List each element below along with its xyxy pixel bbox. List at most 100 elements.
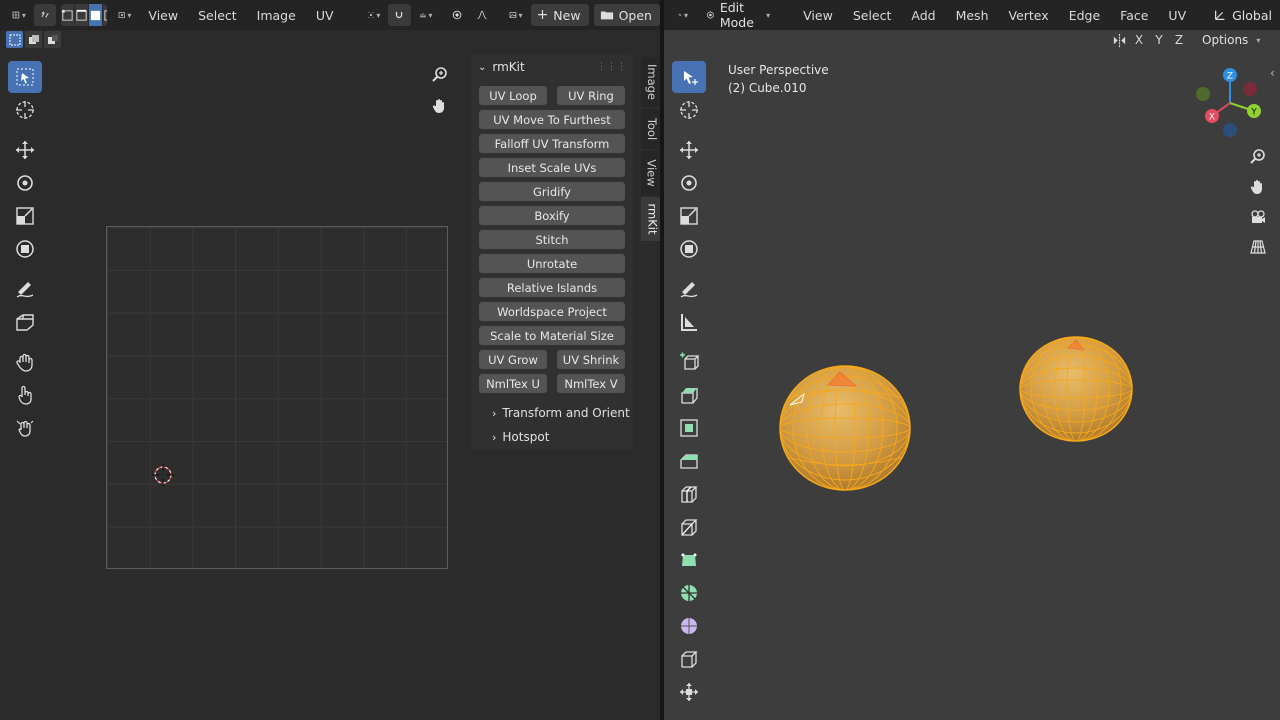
- menu-view[interactable]: View: [794, 4, 842, 26]
- collapse-region-icon[interactable]: ‹: [1270, 66, 1275, 80]
- snap-target-dropdown[interactable]: ▾: [413, 4, 439, 26]
- scale-tool[interactable]: [8, 200, 42, 232]
- options-dropdown[interactable]: Options ▾: [1202, 31, 1260, 49]
- mesh-objects[interactable]: [664, 0, 1280, 720]
- edge-slide-tool[interactable]: [672, 643, 706, 675]
- rotate-tool[interactable]: [672, 167, 706, 199]
- camera-view-button[interactable]: [1246, 205, 1270, 229]
- transform-and-orient-subpanel[interactable]: › Transform and Orient: [492, 406, 630, 420]
- island-select-mode[interactable]: [103, 4, 107, 26]
- menu-image[interactable]: Image: [248, 4, 305, 26]
- spin-tool[interactable]: [672, 577, 706, 609]
- menu-face[interactable]: Face: [1111, 4, 1157, 26]
- menu-view[interactable]: View: [139, 4, 187, 26]
- extrude-region-tool[interactable]: [672, 379, 706, 411]
- unrotate-button[interactable]: Unrotate: [479, 254, 625, 273]
- select-subtract-mode[interactable]: [44, 31, 61, 48]
- rip-region-tool[interactable]: [8, 306, 42, 338]
- transform-tool[interactable]: [672, 233, 706, 265]
- 2d-cursor-icon[interactable]: [151, 463, 175, 487]
- select-new-mode[interactable]: [6, 31, 23, 48]
- knife-tool[interactable]: [672, 511, 706, 543]
- relative-islands-button[interactable]: Relative Islands: [479, 278, 625, 297]
- hotspot-subpanel[interactable]: › Hotspot: [492, 430, 549, 444]
- cursor-tool[interactable]: [8, 94, 42, 126]
- menu-uv[interactable]: UV: [307, 4, 343, 26]
- inset-faces-tool[interactable]: [672, 412, 706, 444]
- boxify-button[interactable]: Boxify: [479, 206, 625, 225]
- transform-tool[interactable]: [8, 233, 42, 265]
- falloff-uv-transform-button[interactable]: Falloff UV Transform: [479, 134, 625, 153]
- loop-cut-tool[interactable]: [672, 478, 706, 510]
- annotate-tool[interactable]: [8, 273, 42, 305]
- navigation-gizmo[interactable]: Z Y X: [1192, 65, 1268, 141]
- axis-x-toggle[interactable]: X: [1131, 31, 1147, 49]
- menu-vertex[interactable]: Vertex: [1000, 4, 1058, 26]
- 3d-viewport[interactable]: ▾ Edit Mode ▾ View Select Add Mesh Verte…: [664, 0, 1280, 720]
- select-box-tool[interactable]: [8, 61, 42, 93]
- rmkit-panel-header[interactable]: ⌄ rmKit ⋮⋮⋮: [470, 55, 633, 79]
- vertex-select-mode[interactable]: [61, 4, 76, 26]
- uv-shrink-button[interactable]: UV Shrink: [557, 350, 625, 369]
- axis-z-toggle[interactable]: Z: [1171, 31, 1187, 49]
- scale-tool[interactable]: [672, 200, 706, 232]
- editor-type-button[interactable]: ▾: [6, 4, 32, 26]
- grab-brush-tool[interactable]: [8, 346, 42, 378]
- stitch-button[interactable]: Stitch: [479, 230, 625, 249]
- image-browse-dropdown[interactable]: ▾: [503, 4, 529, 26]
- smooth-tool[interactable]: [672, 610, 706, 642]
- menu-mesh[interactable]: Mesh: [947, 4, 998, 26]
- zoom-view-button[interactable]: [1246, 145, 1270, 169]
- pan-view-button[interactable]: [1246, 175, 1270, 199]
- rotate-tool[interactable]: [8, 167, 42, 199]
- editor-type-button[interactable]: ▾: [672, 4, 694, 26]
- nmltex-u-button[interactable]: NmlTex U: [479, 374, 547, 393]
- move-tool[interactable]: [672, 134, 706, 166]
- new-image-button[interactable]: + New: [530, 4, 589, 26]
- select-extend-mode[interactable]: [25, 31, 42, 48]
- edge-select-mode[interactable]: [75, 4, 90, 26]
- select-box-tool[interactable]: [672, 61, 706, 93]
- zoom-view-button[interactable]: [428, 63, 452, 87]
- gridify-button[interactable]: Gridify: [479, 182, 625, 201]
- cursor-tool[interactable]: [672, 94, 706, 126]
- proportional-editing-toggle[interactable]: [446, 4, 468, 26]
- menu-uv[interactable]: UV: [1159, 4, 1195, 26]
- add-cube-tool[interactable]: [672, 346, 706, 378]
- nmltex-v-button[interactable]: NmlTex V: [557, 374, 625, 393]
- move-tool[interactable]: [8, 134, 42, 166]
- sphere-mesh-right[interactable]: [1019, 336, 1133, 442]
- menu-edge[interactable]: Edge: [1060, 4, 1109, 26]
- open-image-button[interactable]: Open: [593, 4, 660, 26]
- menu-select[interactable]: Select: [844, 4, 901, 26]
- uv-grow-button[interactable]: UV Grow: [479, 350, 547, 369]
- worldspace-project-button[interactable]: Worldspace Project: [479, 302, 625, 321]
- pan-view-button[interactable]: [428, 94, 452, 118]
- menu-add[interactable]: Add: [902, 4, 944, 26]
- transform-orientation-dropdown[interactable]: Global: [1207, 4, 1280, 26]
- bevel-tool[interactable]: [672, 445, 706, 477]
- sphere-mesh-left[interactable]: [779, 365, 911, 491]
- sticky-selection-dropdown[interactable]: ▾: [112, 4, 138, 26]
- proportional-falloff-dropdown[interactable]: [471, 4, 493, 26]
- uv-move-to-furthest-button[interactable]: UV Move To Furthest: [479, 110, 625, 129]
- face-select-mode[interactable]: [89, 4, 104, 26]
- measure-tool[interactable]: [672, 306, 706, 338]
- pinch-brush-tool[interactable]: [8, 412, 42, 444]
- sync-selection-toggle[interactable]: [33, 4, 57, 26]
- axis-y-toggle[interactable]: Y: [1151, 31, 1167, 49]
- uv-grid-area[interactable]: [106, 226, 448, 569]
- relax-brush-tool[interactable]: [8, 379, 42, 411]
- uv-ring-button[interactable]: UV Ring: [557, 86, 625, 105]
- pivot-point-dropdown[interactable]: ▾: [361, 4, 387, 26]
- mode-dropdown[interactable]: Edit Mode ▾: [700, 0, 778, 30]
- annotate-tool[interactable]: [672, 273, 706, 305]
- uv-editor[interactable]: ▾ ▾ View Select Image UV ▾ ▾ ▾ + New Ope…: [0, 0, 663, 720]
- inset-scale-uvs-button[interactable]: Inset Scale UVs: [479, 158, 625, 177]
- drag-handle-icon[interactable]: ⋮⋮⋮: [597, 62, 627, 72]
- shrink-fatten-tool[interactable]: [672, 676, 706, 708]
- uv-loop-button[interactable]: UV Loop: [479, 86, 547, 105]
- poly-build-tool[interactable]: [672, 544, 706, 576]
- menu-select[interactable]: Select: [189, 4, 246, 26]
- perspective-toggle-button[interactable]: [1246, 235, 1270, 259]
